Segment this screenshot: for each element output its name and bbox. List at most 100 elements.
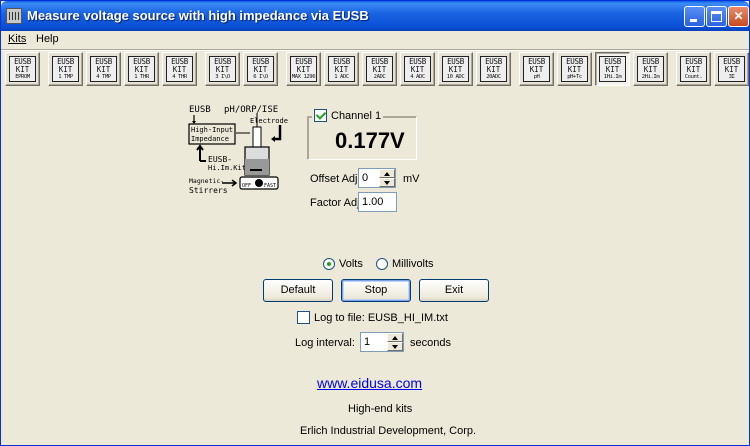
log-interval-label: Log interval: — [295, 337, 355, 349]
log-to-file-label: Log to file: EUSB_HI_IM.txt — [314, 311, 448, 324]
kit-button-18[interactable]: EUSB KIT 3Σ — [714, 52, 749, 86]
volts-radio-row[interactable]: Volts — [323, 258, 363, 270]
kit-button-text-l2: KIT — [215, 65, 230, 74]
log-interval-input[interactable] — [361, 333, 389, 351]
offset-down-arrow-icon[interactable] — [379, 178, 395, 187]
millivolts-radio[interactable] — [376, 258, 388, 270]
kit-button-text-l3: 1 THR — [134, 74, 149, 80]
kit-button-7[interactable]: EUSB KIT MAX 1296 — [286, 52, 321, 86]
app-icon[interactable] — [6, 8, 22, 24]
diagram-box-line2: Impedance — [191, 135, 229, 143]
log-to-file-row[interactable]: Log to file: EUSB_HI_IM.txt — [297, 311, 448, 324]
diagram-kit-line2: Hi.Im.Kit — [208, 164, 246, 172]
kit-button-text-l3: 3 I\O — [215, 74, 230, 80]
kit-icon: EUSB KIT 20ADC — [480, 56, 507, 82]
kit-button-11[interactable]: EUSB KIT 10 ADC — [438, 52, 473, 86]
maximize-button[interactable] — [706, 6, 727, 27]
kit-button-17[interactable]: EUSB KIT Count. — [676, 52, 711, 86]
title-bar[interactable]: Measure voltage source with high impedan… — [1, 1, 749, 31]
diagram-box-line1: High-Input — [191, 126, 233, 134]
kit-button-text-l2: KIT — [486, 65, 501, 74]
exit-button[interactable]: Exit — [419, 279, 489, 302]
log-interval-stepper[interactable] — [360, 332, 404, 352]
offset-input[interactable] — [359, 169, 381, 187]
voltage-readout: 0.177V — [335, 128, 405, 153]
kit-button-text-l1: EUSB — [252, 57, 269, 66]
hi-impedance-diagram: EUSB pH/ORP/ISE Electrode High-Input Imp… — [188, 105, 288, 195]
kit-button-6[interactable]: EUSB KIT 6 I\O — [243, 52, 278, 86]
default-button[interactable]: Default — [263, 279, 333, 302]
tagline: High-end kits — [348, 403, 413, 415]
kit-button-text-l3: 6 I\O — [253, 74, 268, 80]
kit-icon: EUSB KIT 4 ADC — [404, 56, 431, 82]
log-interval-unit: seconds — [410, 337, 451, 349]
offset-stepper[interactable] — [358, 168, 396, 188]
offset-up-arrow-icon[interactable] — [379, 169, 395, 178]
kit-button-1[interactable]: EUSB KIT 1 TMP — [48, 52, 83, 86]
log-to-file-checkbox[interactable] — [297, 311, 310, 324]
channel-checkbox[interactable] — [314, 109, 327, 122]
kit-button-text-l1: EUSB — [371, 57, 388, 66]
kit-icon: EUSB KIT 4 TMP — [90, 56, 117, 82]
kit-button-text-l2: KIT — [296, 65, 311, 74]
kit-button-4[interactable]: EUSB KIT 4 THR — [162, 52, 197, 86]
kit-button-14[interactable]: EUSB KIT pH+Tc — [557, 52, 592, 86]
kit-button-text-l3: EPROM — [15, 74, 30, 80]
kit-button-text-l2: KIT — [686, 65, 701, 74]
interval-up-arrow-icon[interactable] — [387, 333, 403, 342]
interval-spin-buttons — [387, 333, 403, 351]
kit-button-text-l2: KIT — [410, 65, 425, 74]
kit-button-13[interactable]: EUSB KIT pH — [519, 52, 554, 86]
maximize-icon — [711, 11, 722, 22]
kit-icon: EUSB KIT MAX 1296 — [290, 56, 317, 82]
kit-button-text-l2: KIT — [15, 65, 30, 74]
kit-icon: EUSB KIT pH+Tc — [561, 56, 588, 82]
kit-button-text-l1: EUSB — [95, 57, 112, 66]
kit-button-text-l1: EUSB — [57, 57, 74, 66]
kit-button-text-l1: EUSB — [685, 57, 702, 66]
website-link[interactable]: www.eidusa.com — [317, 375, 422, 391]
kit-icon: EUSB KIT Count. — [680, 56, 707, 82]
kit-button-text-l1: EUSB — [604, 57, 621, 66]
kit-button-5[interactable]: EUSB KIT 3 I\O — [205, 52, 240, 86]
kit-button-text-l2: KIT — [334, 65, 349, 74]
menu-help[interactable]: Help — [36, 33, 59, 45]
kit-button-8[interactable]: EUSB KIT 1 ADC — [324, 52, 359, 86]
kit-button-text-l1: EUSB — [447, 57, 464, 66]
kit-button-text-l1: EUSB — [409, 57, 426, 66]
diagram-electrode-label: Electrode — [250, 117, 288, 125]
stop-button[interactable]: Stop — [341, 279, 411, 302]
millivolts-radio-row[interactable]: Millivolts — [376, 258, 434, 270]
interval-down-arrow-icon[interactable] — [387, 342, 403, 351]
diagram-stir-line1: Magnetic- — [189, 177, 224, 185]
kit-button-9[interactable]: EUSB KIT 2ADC — [362, 52, 397, 86]
kit-button-text-l3: pH — [533, 74, 540, 80]
close-button[interactable]: ✕ — [728, 6, 749, 27]
factor-input[interactable] — [359, 193, 396, 211]
menu-kits[interactable]: Kits — [8, 33, 26, 45]
channel-checkbox-row[interactable]: Channel 1 — [312, 109, 384, 122]
kit-button-text-l2: KIT — [605, 65, 620, 74]
kit-button-12[interactable]: EUSB KIT 20ADC — [476, 52, 511, 86]
factor-field[interactable] — [358, 192, 397, 212]
kit-button-15[interactable]: EUSB KIT 1Hi.Im — [595, 52, 630, 86]
kit-button-text-l2: KIT — [253, 65, 268, 74]
kit-icon: EUSB KIT 1Hi.Im — [599, 56, 626, 82]
kit-button-3[interactable]: EUSB KIT 1 THR — [124, 52, 159, 86]
kit-button-10[interactable]: EUSB KIT 4 ADC — [400, 52, 435, 86]
kit-button-text-l2: KIT — [58, 65, 73, 74]
kit-icon: EUSB KIT 1 TMP — [52, 56, 79, 82]
diagram-fast-label: FAST — [264, 183, 276, 189]
kit-button-text-l3: 3Σ — [728, 74, 735, 80]
factor-label: Factor Adj. — [310, 197, 363, 209]
volts-radio[interactable] — [323, 258, 335, 270]
kit-button-2[interactable]: EUSB KIT 4 TMP — [86, 52, 121, 86]
volts-label: Volts — [339, 258, 363, 270]
kit-button-16[interactable]: EUSB KIT 2Hi.Im — [633, 52, 668, 86]
kit-button-0[interactable]: EUSB KIT EPROM — [5, 52, 40, 86]
kit-button-text-l3: pH+Tc — [567, 74, 582, 80]
diagram-ph-label: pH/ORP/ISE — [224, 105, 278, 115]
window-title: Measure voltage source with high impedan… — [27, 8, 369, 23]
minimize-button[interactable] — [684, 6, 705, 27]
kit-button-text-l3: MAX 1296 — [291, 74, 316, 80]
